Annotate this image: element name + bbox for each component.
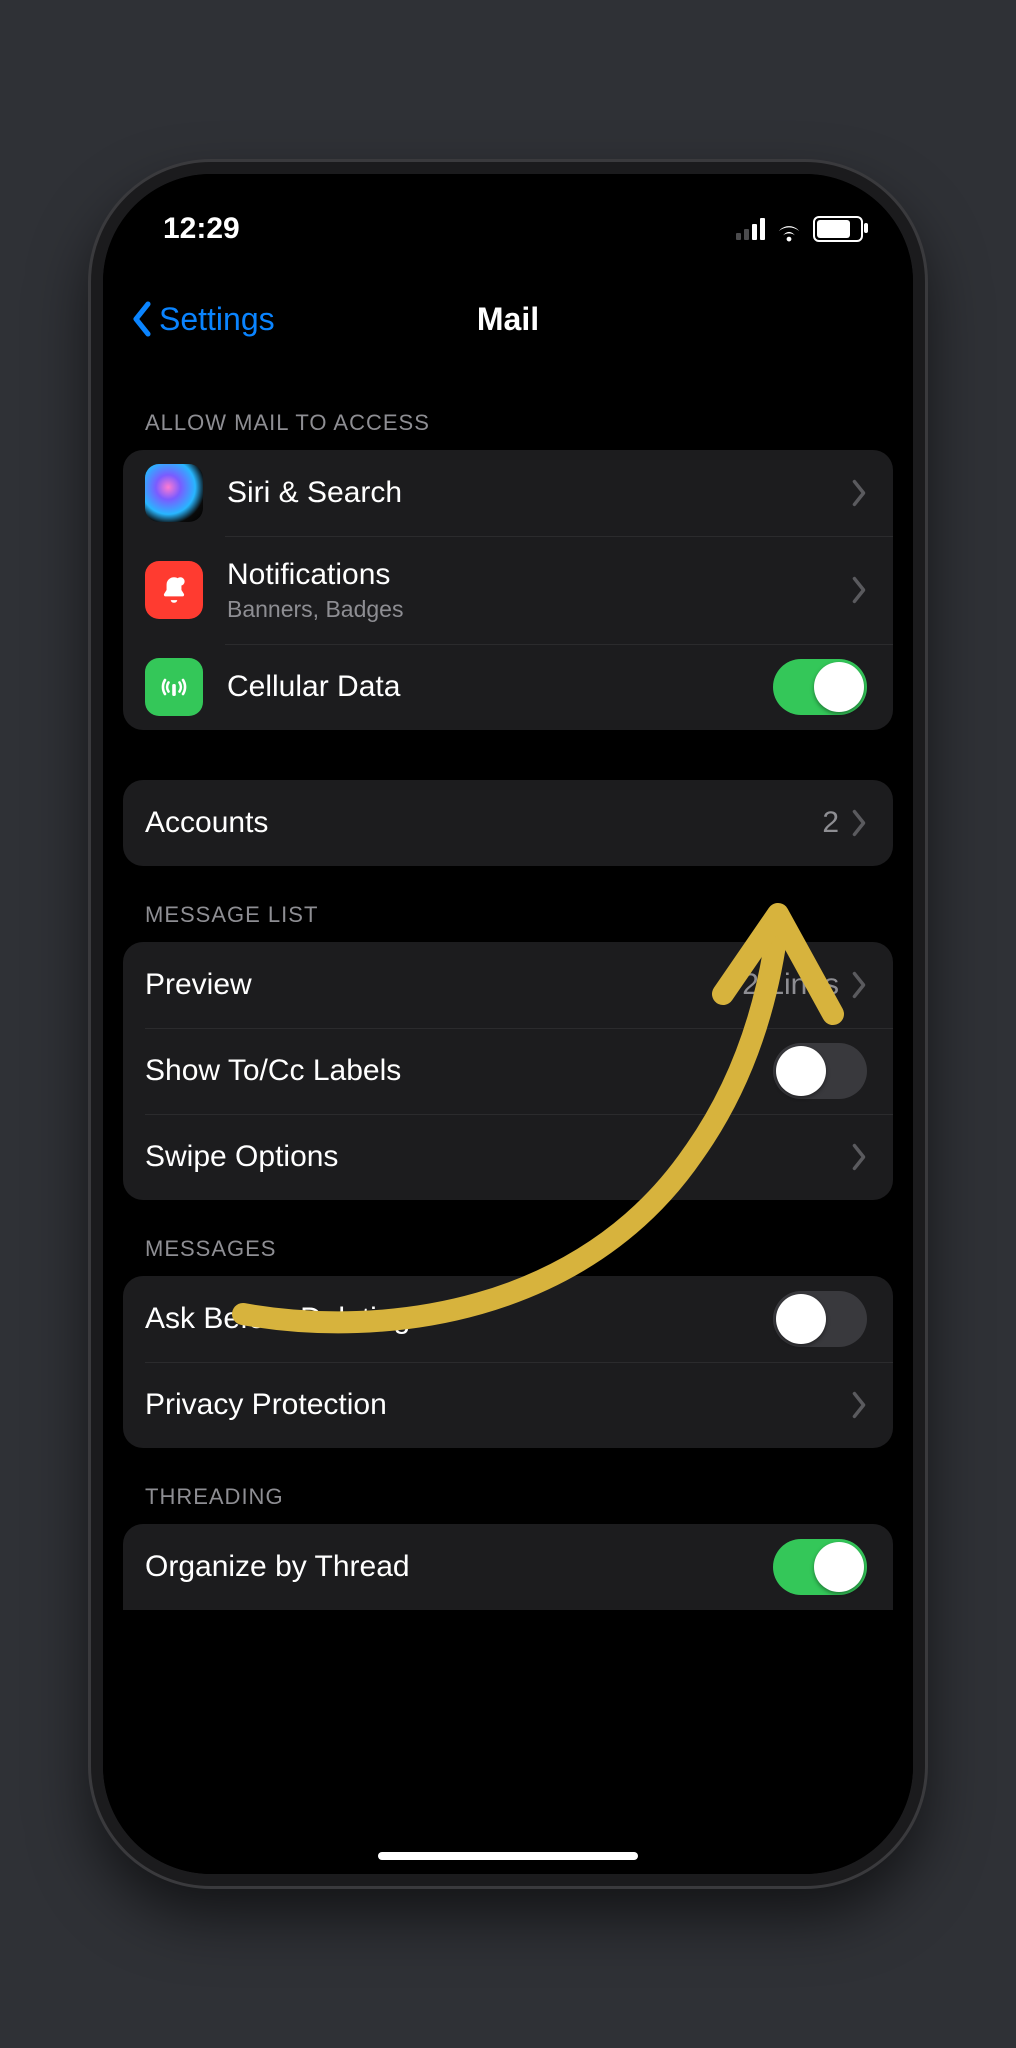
row-label: Notifications: [227, 558, 851, 593]
row-accounts[interactable]: Accounts 2: [123, 780, 893, 866]
row-label: Swipe Options: [145, 1140, 851, 1175]
toggle-organize-by-thread[interactable]: [773, 1539, 867, 1595]
siri-icon: [145, 464, 203, 522]
section-header-threading: THREADING: [123, 1448, 893, 1524]
chevron-right-icon: [851, 479, 867, 507]
row-show-tocc: Show To/Cc Labels: [123, 1028, 893, 1114]
row-notifications[interactable]: Notifications Banners, Badges: [123, 536, 893, 644]
row-label: Organize by Thread: [145, 1550, 773, 1585]
section-message-list: Preview 2 Lines Show To/Cc Labels Swipe …: [123, 942, 893, 1200]
cellular-icon: [145, 658, 203, 716]
back-button[interactable]: Settings: [131, 301, 275, 338]
wifi-icon: [775, 218, 803, 240]
toggle-ask-before-deleting[interactable]: [773, 1291, 867, 1347]
row-label: Preview: [145, 968, 742, 1003]
toggle-cellular-data[interactable]: [773, 659, 867, 715]
back-label: Settings: [159, 301, 275, 338]
row-siri-search[interactable]: Siri & Search: [123, 450, 893, 536]
row-organize-by-thread: Organize by Thread: [123, 1524, 893, 1610]
toggle-show-tocc[interactable]: [773, 1043, 867, 1099]
row-label: Ask Before Deleting: [145, 1302, 773, 1337]
accounts-count: 2: [822, 806, 839, 840]
row-label: Privacy Protection: [145, 1388, 851, 1423]
status-time: 12:29: [163, 212, 240, 246]
row-privacy-protection[interactable]: Privacy Protection: [123, 1362, 893, 1448]
page-title: Mail: [477, 301, 539, 338]
row-ask-before-deleting: Ask Before Deleting: [123, 1276, 893, 1362]
section-access: Siri & Search Notifications Banners, Bad…: [123, 450, 893, 730]
screen: 12:29 Sett: [103, 174, 913, 1874]
chevron-right-icon: [851, 1391, 867, 1419]
row-swipe-options[interactable]: Swipe Options: [123, 1114, 893, 1200]
row-label: Accounts: [145, 806, 822, 841]
chevron-right-icon: [851, 809, 867, 837]
section-threading: Organize by Thread: [123, 1524, 893, 1610]
chevron-left-icon: [131, 301, 153, 337]
section-messages: Ask Before Deleting Privacy Protection: [123, 1276, 893, 1448]
row-label: Cellular Data: [227, 670, 773, 705]
home-indicator[interactable]: [378, 1852, 638, 1860]
battery-icon: [813, 216, 863, 242]
section-header-access: ALLOW MAIL TO ACCESS: [123, 374, 893, 450]
chevron-right-icon: [851, 1143, 867, 1171]
chevron-right-icon: [851, 971, 867, 999]
row-detail: Banners, Badges: [227, 596, 851, 622]
row-label: Show To/Cc Labels: [145, 1054, 773, 1089]
cellular-signal-icon: [736, 218, 765, 240]
nav-bar: Settings Mail: [103, 274, 913, 364]
row-cellular-data: Cellular Data: [123, 644, 893, 730]
section-accounts: Accounts 2: [123, 780, 893, 866]
status-bar: 12:29: [103, 204, 913, 254]
row-label: Siri & Search: [227, 476, 851, 511]
notifications-icon: [145, 561, 203, 619]
section-header-message-list: MESSAGE LIST: [123, 866, 893, 942]
section-header-messages: MESSAGES: [123, 1200, 893, 1276]
iphone-frame: 12:29 Sett: [91, 162, 925, 1886]
row-preview[interactable]: Preview 2 Lines: [123, 942, 893, 1028]
preview-value: 2 Lines: [742, 968, 839, 1002]
chevron-right-icon: [851, 576, 867, 604]
